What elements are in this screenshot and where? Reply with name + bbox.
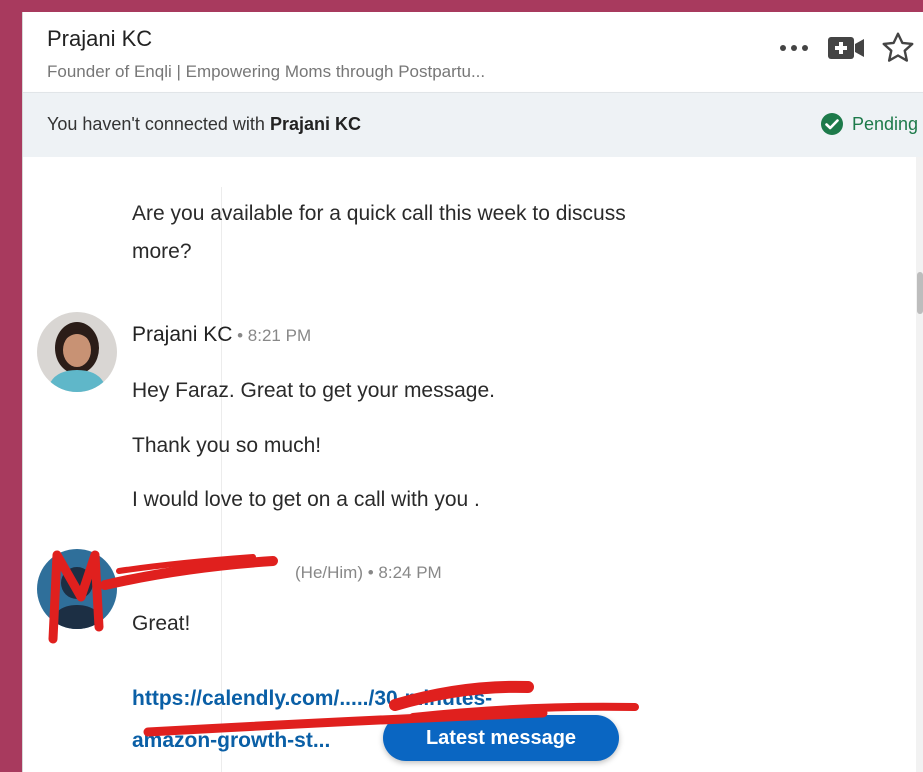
scrollbar[interactable] <box>916 157 923 772</box>
message-list: Are you available for a quick call this … <box>23 157 916 772</box>
message-line: I would love to get on a call with you . <box>132 488 480 511</box>
contact-name[interactable]: Prajani KC <box>47 26 152 52</box>
message-line: Thank you so much! <box>132 434 322 457</box>
messaging-window: Prajani KC Founder of Enqli | Empowering… <box>22 12 923 772</box>
latest-message-button[interactable]: Latest message <box>383 715 619 761</box>
video-call-icon[interactable] <box>820 28 872 68</box>
previous-message-line-2: more? <box>132 240 192 263</box>
calendly-link-continued[interactable]: amazon-growth-st... <box>132 729 330 753</box>
check-circle-icon <box>820 113 843 135</box>
connection-prefix: You haven't connected with <box>47 114 270 134</box>
contact-headline: Founder of Enqli | Empowering Moms throu… <box>47 62 486 81</box>
message-line: Great! <box>132 612 191 635</box>
message-sender: Prajani KC • 8:21 PM <box>132 323 311 347</box>
star-icon[interactable] <box>872 28 923 68</box>
message-pronouns-time: (He/Him) • 8:24 PM <box>295 563 442 582</box>
calendly-link[interactable]: https://calendly.com/...../30-minutes- <box>132 687 492 711</box>
scrollbar-thumb[interactable] <box>917 272 923 314</box>
message-sender: (He/Him) • 8:24 PM <box>295 560 442 584</box>
more-options-icon[interactable] <box>768 28 820 68</box>
pending-label: Pending <box>851 113 918 134</box>
connection-name[interactable]: Prajani KC <box>270 114 361 134</box>
previous-message-line-1: Are you available for a quick call this … <box>132 202 626 225</box>
sender-name[interactable]: Prajani KC <box>132 323 232 346</box>
conversation-header: Prajani KC Founder of Enqli | Empowering… <box>23 12 923 92</box>
avatar[interactable] <box>37 549 117 629</box>
pending-status[interactable]: Pending <box>820 112 918 136</box>
avatar[interactable] <box>37 312 117 392</box>
connection-banner: You haven't connected with Prajani KC Pe… <box>23 92 923 158</box>
message-line: Hey Faraz. Great to get your message. <box>132 379 495 402</box>
connection-text: You haven't connected with Prajani KC <box>47 114 361 135</box>
message-time: • 8:21 PM <box>232 326 312 345</box>
header-actions <box>768 28 923 68</box>
divider <box>221 187 222 772</box>
